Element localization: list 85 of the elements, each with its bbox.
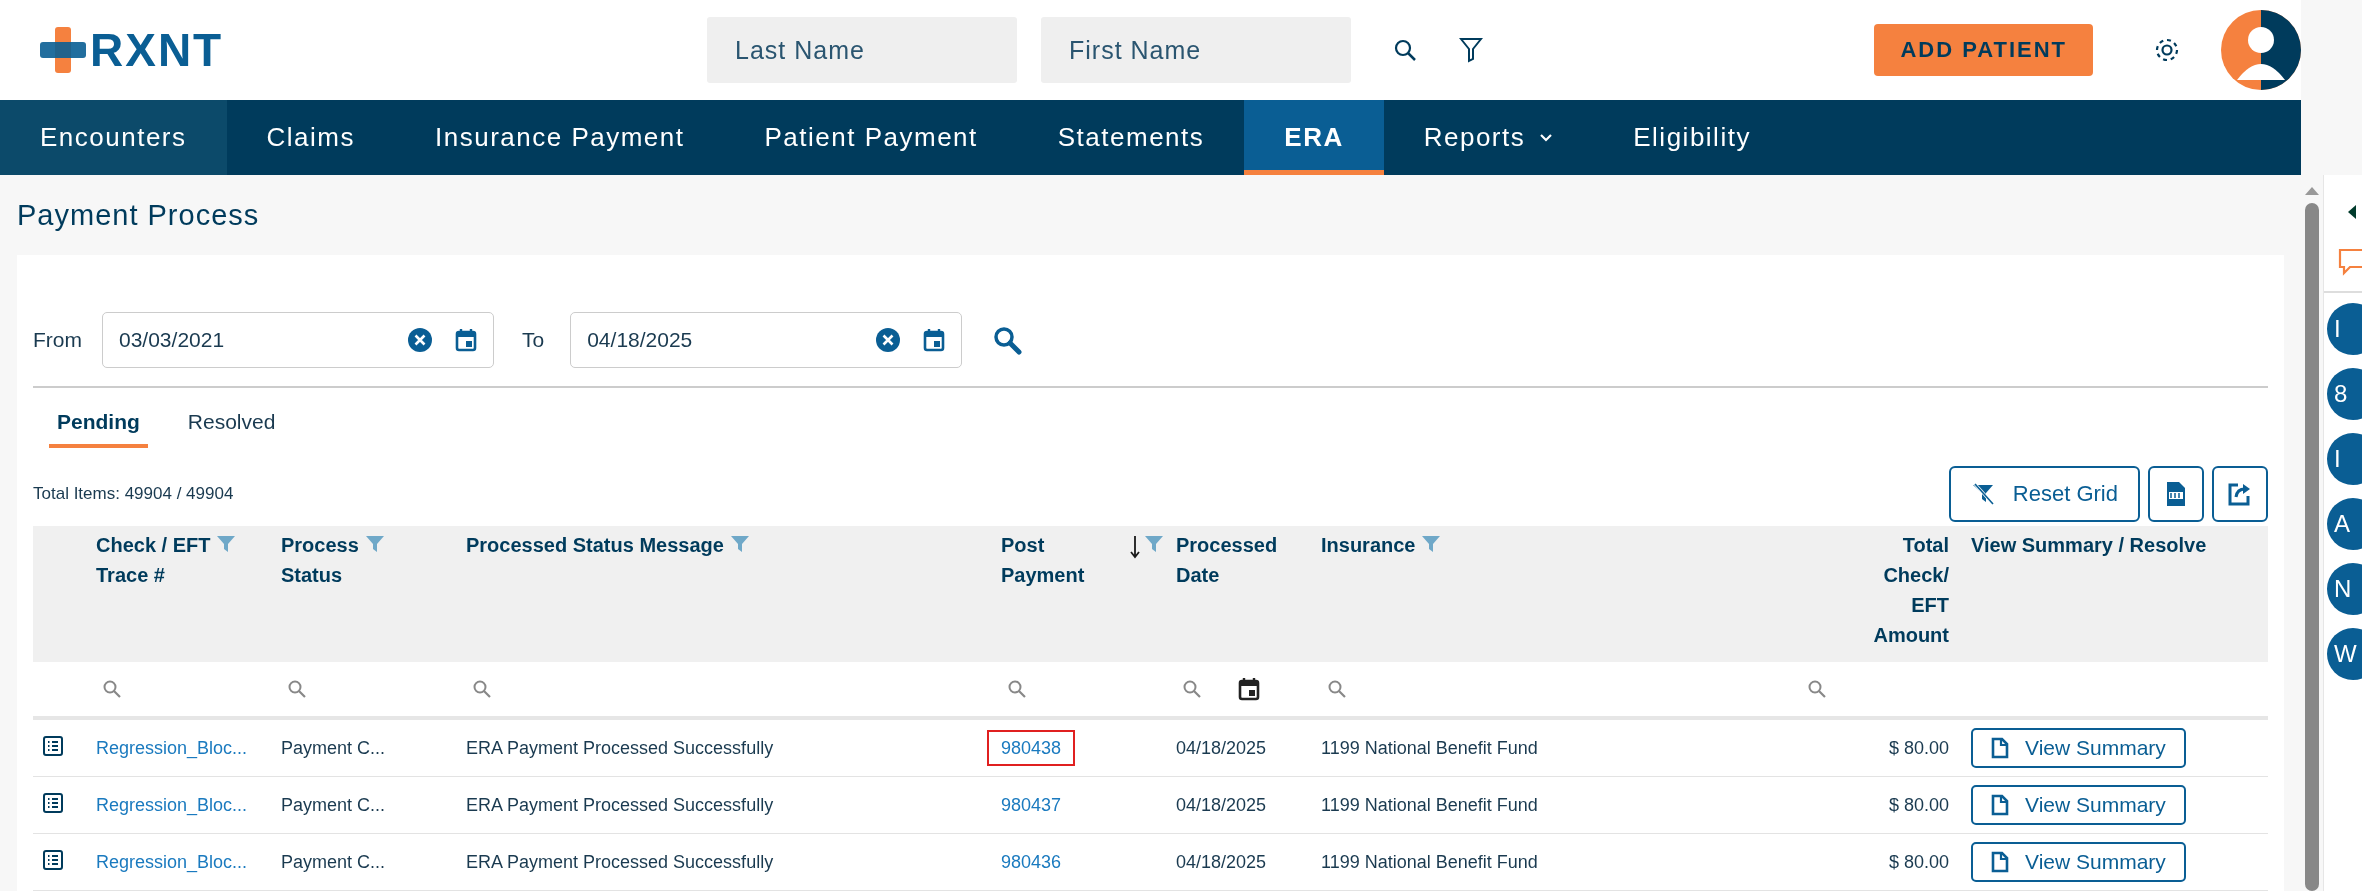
from-date-field[interactable]: 03/03/2021 — [102, 312, 494, 368]
last-name-field[interactable]: Last Name — [707, 17, 1017, 83]
table-cell: 1199 National Benefit Fund — [1321, 737, 1538, 758]
table-cell: $ 80.00 — [1888, 737, 1949, 758]
user-initial-badge[interactable]: A — [2327, 497, 2362, 550]
post-payment-link[interactable]: 980437 — [987, 786, 1076, 823]
nav-tab[interactable]: ERA — [1244, 100, 1384, 175]
first-name-field[interactable]: First Name — [1041, 17, 1351, 83]
tab[interactable]: Resolved — [179, 400, 284, 448]
document-icon — [1991, 851, 2009, 873]
search-icon[interactable] — [1393, 38, 1417, 62]
from-label: From — [33, 328, 82, 352]
collapse-icon[interactable] — [2346, 205, 2356, 219]
column-heading[interactable]: View Summary / Resolve — [1971, 530, 2207, 560]
clear-icon[interactable] — [407, 327, 433, 353]
tab[interactable]: Pending — [49, 400, 148, 448]
nav-tab[interactable]: Eligibility — [1593, 100, 1791, 175]
table-cell: 04/18/2025 — [1176, 794, 1267, 815]
nav-tab[interactable]: Reports — [1383, 100, 1594, 175]
add-patient-button[interactable]: ADD PATIENT — [1874, 24, 2093, 76]
settings-icon[interactable] — [2153, 36, 2181, 64]
user-initial-badge[interactable]: I — [2327, 432, 2362, 485]
scroll-up-icon[interactable] — [2305, 187, 2319, 195]
search-icon[interactable] — [992, 325, 1023, 355]
column-heading[interactable]: Processed Status Message — [466, 530, 724, 560]
list-icon[interactable] — [43, 792, 63, 813]
post-payment-link[interactable]: 980436 — [987, 843, 1076, 880]
pdf-file-icon — [2165, 481, 2187, 507]
cross-logo-icon — [40, 27, 86, 73]
table-cell: Payment C... — [281, 737, 386, 758]
funnel-icon[interactable] — [1459, 37, 1483, 63]
page-title: Payment Process — [17, 197, 261, 233]
trace-link[interactable]: Regression_Bloc... — [96, 794, 248, 815]
export-button[interactable] — [2212, 466, 2268, 522]
total-items-count: Total Items: 49904 / 49904 — [33, 484, 234, 504]
table-cell: Payment C... — [281, 851, 386, 872]
nav-tab[interactable]: Statements — [1017, 100, 1245, 175]
view-summary-button[interactable]: View Summary — [1971, 728, 2186, 768]
table-cell: $ 80.00 — [1888, 851, 1949, 872]
table-cell: 04/18/2025 — [1176, 851, 1267, 872]
nav-tab[interactable]: Encounters — [0, 100, 227, 175]
column-heading[interactable]: Process Status — [281, 530, 359, 590]
share-icon — [2227, 481, 2253, 507]
view-summary-button[interactable]: View Summary — [1971, 842, 2186, 882]
table-cell: ERA Payment Processed Successfully — [466, 794, 774, 815]
avatar-icon[interactable] — [2221, 10, 2301, 90]
table-cell: 1199 National Benefit Fund — [1321, 851, 1538, 872]
calendar-icon[interactable] — [923, 328, 946, 352]
scrollbar-thumb[interactable] — [2305, 203, 2319, 891]
to-label: To — [522, 328, 545, 352]
table-cell: ERA Payment Processed Successfully — [466, 851, 774, 872]
pdf-export-button[interactable] — [2148, 466, 2204, 522]
document-icon — [1991, 794, 2009, 816]
trace-link[interactable]: Regression_Bloc... — [96, 737, 248, 758]
trace-link[interactable]: Regression_Bloc... — [96, 851, 248, 872]
column-heading[interactable]: Total Check/ EFT Amount — [1873, 530, 1949, 650]
chevron-down-icon — [1539, 132, 1554, 143]
table-cell: ERA Payment Processed Successfully — [466, 737, 774, 758]
column-heading[interactable]: Insurance — [1321, 530, 1416, 560]
table-cell: Payment C... — [281, 794, 386, 815]
user-initial-badge[interactable]: N — [2327, 562, 2362, 615]
table-cell: 04/18/2025 — [1176, 737, 1267, 758]
list-icon[interactable] — [43, 849, 63, 870]
user-initial-badge[interactable]: 8 — [2327, 367, 2362, 420]
nav-tab[interactable]: Insurance Payment — [395, 100, 725, 175]
column-heading[interactable]: Post Payment — [1001, 530, 1085, 590]
reset-grid-button[interactable]: Reset Grid — [1948, 466, 2140, 522]
user-initial-badge[interactable]: W — [2327, 627, 2362, 680]
to-date-field[interactable]: 04/18/2025 — [570, 312, 963, 368]
sort-down-icon[interactable] — [1130, 535, 1140, 559]
list-icon[interactable] — [43, 735, 63, 756]
calendar-icon[interactable] — [455, 328, 477, 352]
nav-tab[interactable]: Claims — [226, 100, 395, 175]
calendar-icon[interactable] — [1238, 677, 1260, 701]
logo-wordmark: RXNT — [90, 23, 224, 77]
clear-icon[interactable] — [875, 327, 902, 353]
column-heading[interactable]: Processed Date — [1176, 530, 1278, 590]
table-cell: 1199 National Benefit Fund — [1321, 794, 1538, 815]
column-heading[interactable]: Check / EFT Trace # — [96, 530, 211, 590]
view-summary-button[interactable]: View Summary — [1971, 785, 2186, 825]
table-cell: $ 80.00 — [1888, 794, 1949, 815]
nav-tab[interactable]: Patient Payment — [724, 100, 1018, 175]
document-icon — [1991, 737, 2009, 759]
post-payment-link[interactable]: 980438 — [987, 729, 1076, 766]
user-initial-badge[interactable]: I — [2327, 302, 2362, 355]
